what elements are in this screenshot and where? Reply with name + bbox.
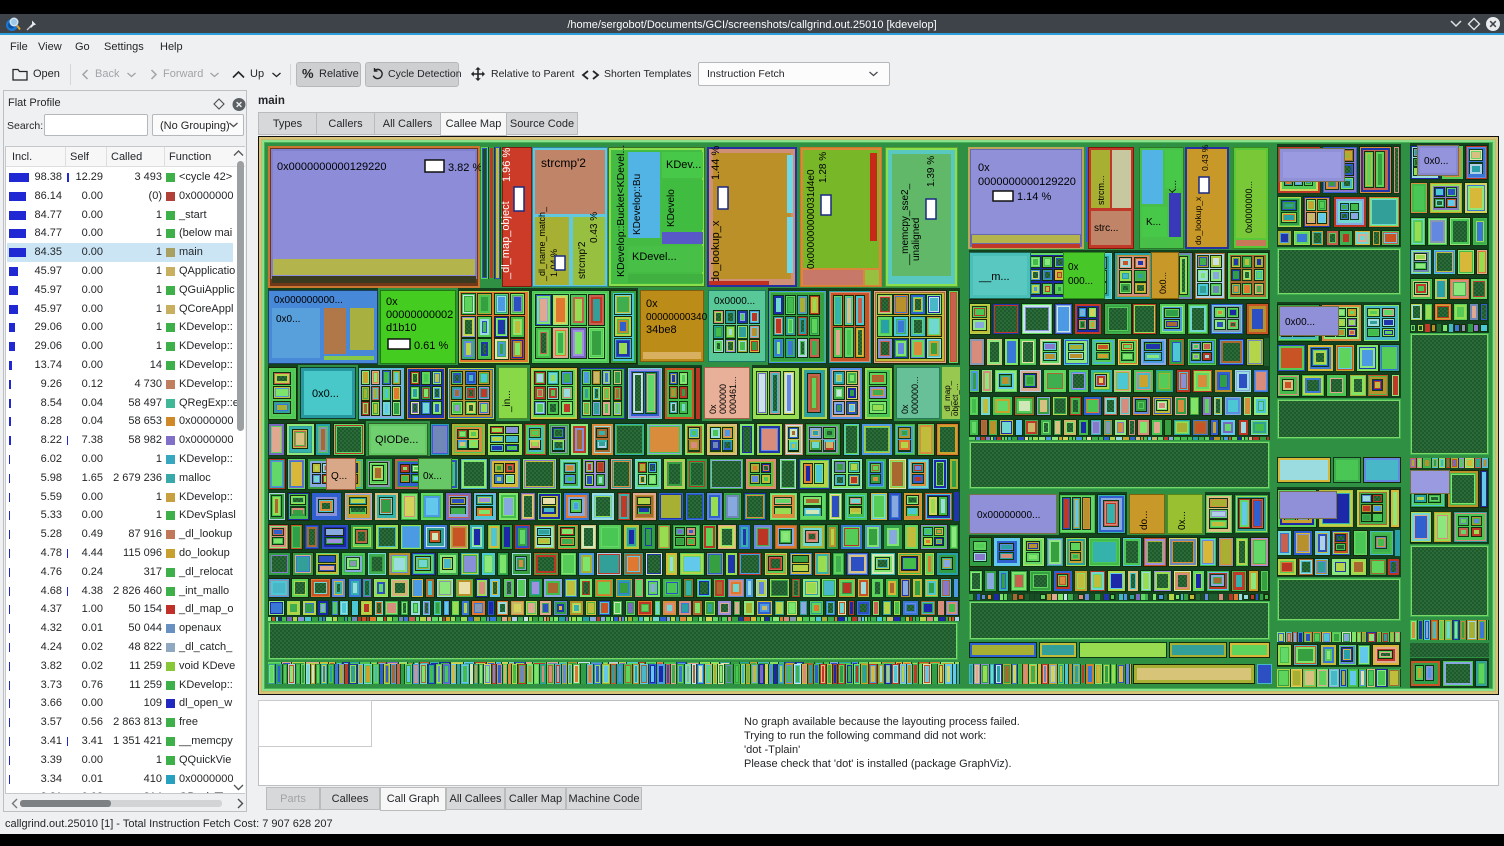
svg-text:1.96 %: 1.96 % — [501, 148, 513, 182]
svg-text:QIODe...: QIODe... — [375, 434, 418, 446]
svg-text:__m...: __m... — [978, 271, 1010, 283]
svg-text:unaligned: unaligned — [911, 218, 922, 261]
svg-text:_dl_map_object: _dl_map_object — [500, 201, 512, 280]
svg-text:1.39 %: 1.39 % — [926, 156, 937, 187]
svg-text:0x: 0x — [900, 404, 910, 414]
svg-text:0x00000000...: 0x00000000... — [977, 510, 1040, 521]
svg-text:strcmp'2: strcmp'2 — [577, 241, 588, 279]
svg-text:strcmp'2: strcmp'2 — [541, 156, 586, 170]
svg-text:strc...: strc... — [1094, 223, 1118, 234]
svg-text:KDevelop::Bucket<KDevel...: KDevelop::Bucket<KDevel... — [615, 145, 627, 277]
svg-text:0x: 0x — [708, 404, 718, 414]
svg-text:0x: 0x — [1068, 262, 1079, 273]
svg-text:0x00...: 0x00... — [1285, 317, 1315, 328]
svg-text:0.43 %: 0.43 % — [1200, 144, 1210, 171]
svg-text:0.43 %: 0.43 % — [589, 212, 600, 243]
svg-text:K...: K... — [1168, 180, 1179, 195]
svg-text:d1b10: d1b10 — [386, 322, 417, 334]
svg-text:0000000000129220: 0000000000129220 — [978, 176, 1076, 188]
svg-text:0x0000000000129220: 0x0000000000129220 — [277, 161, 387, 173]
svg-text:1.44 %: 1.44 % — [710, 146, 722, 180]
svg-text:0x0...: 0x0... — [1158, 272, 1168, 294]
svg-text:_in...: _in... — [502, 390, 513, 413]
svg-text:0x: 0x — [386, 296, 398, 308]
svg-text:do...: do... — [1139, 511, 1150, 530]
svg-text:34be8: 34be8 — [646, 324, 677, 336]
svg-text:KDevelo: KDevelo — [666, 189, 677, 227]
svg-text:00000000340: 00000000340 — [646, 312, 708, 323]
svg-text:_dl_name_match_: _dl_name_match_ — [537, 206, 547, 282]
svg-text:000...: 000... — [1068, 276, 1093, 287]
svg-text:strcm...: strcm... — [1096, 176, 1106, 206]
svg-text:0x: 0x — [978, 162, 990, 174]
svg-text:000000: 000000 — [718, 384, 728, 414]
svg-text:1.28 %: 1.28 % — [818, 152, 829, 183]
svg-text:__memcpy_sse2_: __memcpy_sse2_ — [900, 183, 911, 266]
svg-text:K...: K... — [1146, 217, 1161, 228]
svg-text:do_lookup_x: do_lookup_x — [1193, 196, 1203, 245]
svg-text:0.61 %: 0.61 % — [414, 340, 448, 352]
svg-text:0x: 0x — [646, 298, 658, 310]
svg-text:3.82 %: 3.82 % — [448, 162, 482, 174]
svg-text:0x0...: 0x0... — [312, 388, 339, 400]
svg-text:do_lookup_x: do_lookup_x — [710, 220, 722, 283]
svg-text:0x000000000...: 0x000000000... — [274, 295, 343, 306]
svg-text:KDevelop::Bu: KDevelop::Bu — [632, 174, 643, 235]
svg-text:000000...: 000000... — [910, 376, 920, 414]
svg-text:0x0000000...: 0x0000000... — [1244, 181, 1254, 233]
svg-text:00000000002: 00000000002 — [386, 309, 453, 321]
svg-text:000461...: 000461... — [728, 376, 738, 414]
svg-text:0x000000000031d4e0: 0x000000000031d4e0 — [806, 169, 817, 269]
svg-text:0x0...: 0x0... — [1424, 156, 1448, 167]
svg-text:0x...: 0x... — [1177, 511, 1188, 530]
svg-text:0x...: 0x... — [423, 471, 442, 482]
svg-text:0x0...: 0x0... — [276, 314, 300, 325]
svg-text:1.14 %: 1.14 % — [1017, 191, 1051, 203]
svg-text:KDevel...: KDevel... — [632, 251, 677, 263]
svg-text:KDev...: KDev... — [666, 159, 701, 171]
svg-text:0x0000...: 0x0000... — [714, 296, 755, 307]
svg-text:object_...: object_... — [951, 384, 960, 416]
svg-text:Q...: Q... — [331, 471, 347, 482]
